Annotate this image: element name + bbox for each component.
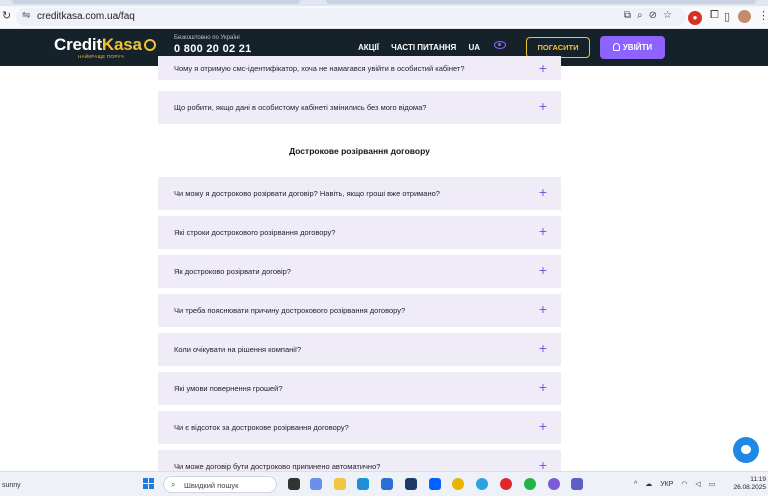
plus-icon[interactable]: + [539, 302, 547, 316]
teams-icon[interactable] [571, 478, 583, 490]
taskbar-search[interactable]: ⌕ Швидкий пошук [163, 476, 277, 493]
taskbar-search-label: Швидкий пошук [184, 481, 239, 490]
cloud-icon[interactable]: ☁ [645, 481, 652, 488]
browser-menu-icon[interactable]: ⋮ [758, 9, 768, 22]
faq-question: Як достроково розірвати договір? [174, 267, 291, 276]
edge-icon[interactable] [357, 478, 369, 490]
dropbox-icon[interactable] [429, 478, 441, 490]
search-icon: ⌕ [171, 480, 176, 489]
tray-chevron-icon[interactable]: ^ [634, 481, 637, 488]
app-l-icon[interactable] [405, 478, 417, 490]
faq-question: Чи можу я достроково розірвати договір? … [174, 189, 440, 198]
extensions-puzzle-icon[interactable]: ⧠ [710, 9, 719, 22]
plus-icon[interactable]: + [539, 458, 547, 472]
nav-faq[interactable]: ЧАСТІ ПИТАННЯ [391, 43, 456, 52]
faq-item[interactable]: Які умови повернення грошей? + [158, 372, 561, 405]
logo-text-kasa: Kasa [101, 35, 142, 54]
faq-question: Чи є відсоток за дострокове розірвання д… [174, 423, 349, 432]
logo-tagline: НАЙКРАЩЕ ПОРУЧ [78, 54, 124, 59]
language-indicator[interactable]: УКР [660, 481, 673, 488]
chrome-icon[interactable] [452, 478, 464, 490]
side-panel-icon[interactable]: ▯ [724, 10, 730, 23]
address-bar-actions[interactable]: ⧉⌕⊘☆ [624, 10, 678, 21]
file-explorer-icon[interactable] [334, 478, 346, 490]
weather-widget[interactable]: sunny [2, 482, 21, 489]
browser-tab[interactable] [326, 0, 756, 4]
faq-question: Чому я отримую смс-ідентифікатор, хоча н… [174, 64, 465, 73]
faq-question: Які умови повернення грошей? [174, 384, 283, 393]
copilot-icon[interactable] [310, 478, 322, 490]
whatsapp-icon[interactable] [524, 478, 536, 490]
accessibility-eye-icon[interactable] [494, 41, 506, 49]
faq-item[interactable]: Як достроково розірвати договір? + [158, 255, 561, 288]
faq-question: Чи може договір бути достроково припинен… [174, 462, 381, 471]
page: ↻ ⇋ creditkasa.com.ua/faq ⧉⌕⊘☆ ● ⧠ ▯ ⋮ C… [0, 0, 768, 496]
profile-avatar[interactable] [738, 10, 751, 23]
plus-icon[interactable]: + [539, 224, 547, 238]
faq-item[interactable]: Що робити, якщо дані в особистому кабіне… [158, 91, 561, 124]
nav-promotions[interactable]: АКЦІЇ [358, 43, 379, 52]
login-button-label: УВІЙТИ [622, 43, 653, 52]
windows-start-icon[interactable] [143, 478, 155, 490]
faq-question: Які строки дострокового розірвання догов… [174, 228, 336, 237]
extension-icon[interactable]: ● [688, 11, 702, 25]
taskbar-clock[interactable]: 11:19 26.08.2025 [730, 476, 766, 492]
phone-block: Безкоштовно по Україні 0 800 20 02 21 [174, 35, 252, 55]
phone-note: Безкоштовно по Україні [174, 35, 240, 41]
login-button[interactable]: УВІЙТИ [600, 36, 665, 59]
plus-icon[interactable]: + [539, 419, 547, 433]
opera-icon[interactable] [500, 478, 512, 490]
battery-icon[interactable]: ▭ [709, 481, 716, 488]
plus-icon[interactable]: + [539, 380, 547, 394]
plus-icon[interactable]: + [539, 61, 547, 75]
system-tray: ^ ☁ УКР ◠ ◁ ▭ [634, 480, 721, 488]
toolbar-right: ● ⧠ ▯ ⋮ [688, 9, 768, 27]
faq-item[interactable]: Чи треба пояснювати причину дострокового… [158, 294, 561, 327]
clock-time: 11:19 [750, 476, 766, 483]
address-url[interactable]: creditkasa.com.ua/faq [37, 11, 135, 22]
site-info-icon[interactable]: ⇋ [22, 10, 30, 21]
store-icon[interactable] [381, 478, 393, 490]
logo-text-credit: Credit [54, 35, 102, 54]
user-icon [612, 43, 620, 51]
faq-item[interactable]: Чи можу я достроково розірвати договір? … [158, 177, 561, 210]
browser-tab[interactable] [12, 0, 300, 4]
faq-item[interactable]: Чому я отримую смс-ідентифікатор, хоча н… [158, 56, 561, 80]
faq-question: Чи треба пояснювати причину дострокового… [174, 306, 406, 315]
address-bar[interactable]: ⇋ creditkasa.com.ua/faq ⧉⌕⊘☆ [16, 8, 686, 26]
faq-item[interactable]: Коли очікувати на рішення компанії? + [158, 333, 561, 366]
plus-icon[interactable]: + [539, 341, 547, 355]
clock-date: 26.08.2025 [733, 484, 766, 491]
taskbar: sunny ⌕ Швидкий пошук ^ ☁ УКР ◠ ◁ ▭ 11:1… [0, 471, 768, 496]
logo[interactable]: CreditKasa НАЙКРАЩЕ ПОРУЧ [54, 35, 156, 61]
viber-icon[interactable] [548, 478, 560, 490]
volume-icon[interactable]: ◁ [695, 481, 700, 488]
faq-question: Коли очікувати на рішення компанії? [174, 345, 302, 354]
task-view-icon[interactable] [288, 478, 300, 490]
pay-button[interactable]: ПОГАСИТИ [526, 37, 590, 58]
section-title: Дострокове розірвання договору [289, 146, 430, 156]
main-nav: АКЦІЇ ЧАСТІ ПИТАННЯ UA [358, 43, 490, 52]
reload-icon[interactable]: ↻ [2, 9, 11, 22]
faq-item[interactable]: Чи є відсоток за дострокове розірвання д… [158, 411, 561, 444]
browser-toolbar: ↻ ⇋ creditkasa.com.ua/faq ⧉⌕⊘☆ ● ⧠ ▯ ⋮ [0, 6, 768, 29]
nav-language[interactable]: UA [468, 43, 480, 52]
faq-item[interactable]: Чи може договір бути достроково припинен… [158, 450, 561, 472]
logo-mark-icon [143, 39, 156, 51]
faq-question: Що робити, якщо дані в особистому кабіне… [174, 103, 427, 112]
phone-number[interactable]: 0 800 20 02 21 [174, 43, 252, 55]
wifi-icon[interactable]: ◠ [681, 481, 687, 488]
plus-icon[interactable]: + [539, 185, 547, 199]
faq-item[interactable]: Які строки дострокового розірвання догов… [158, 216, 561, 249]
telegram-icon[interactable] [476, 478, 488, 490]
chat-widget-icon[interactable] [733, 437, 759, 463]
plus-icon[interactable]: + [539, 99, 547, 113]
plus-icon[interactable]: + [539, 263, 547, 277]
